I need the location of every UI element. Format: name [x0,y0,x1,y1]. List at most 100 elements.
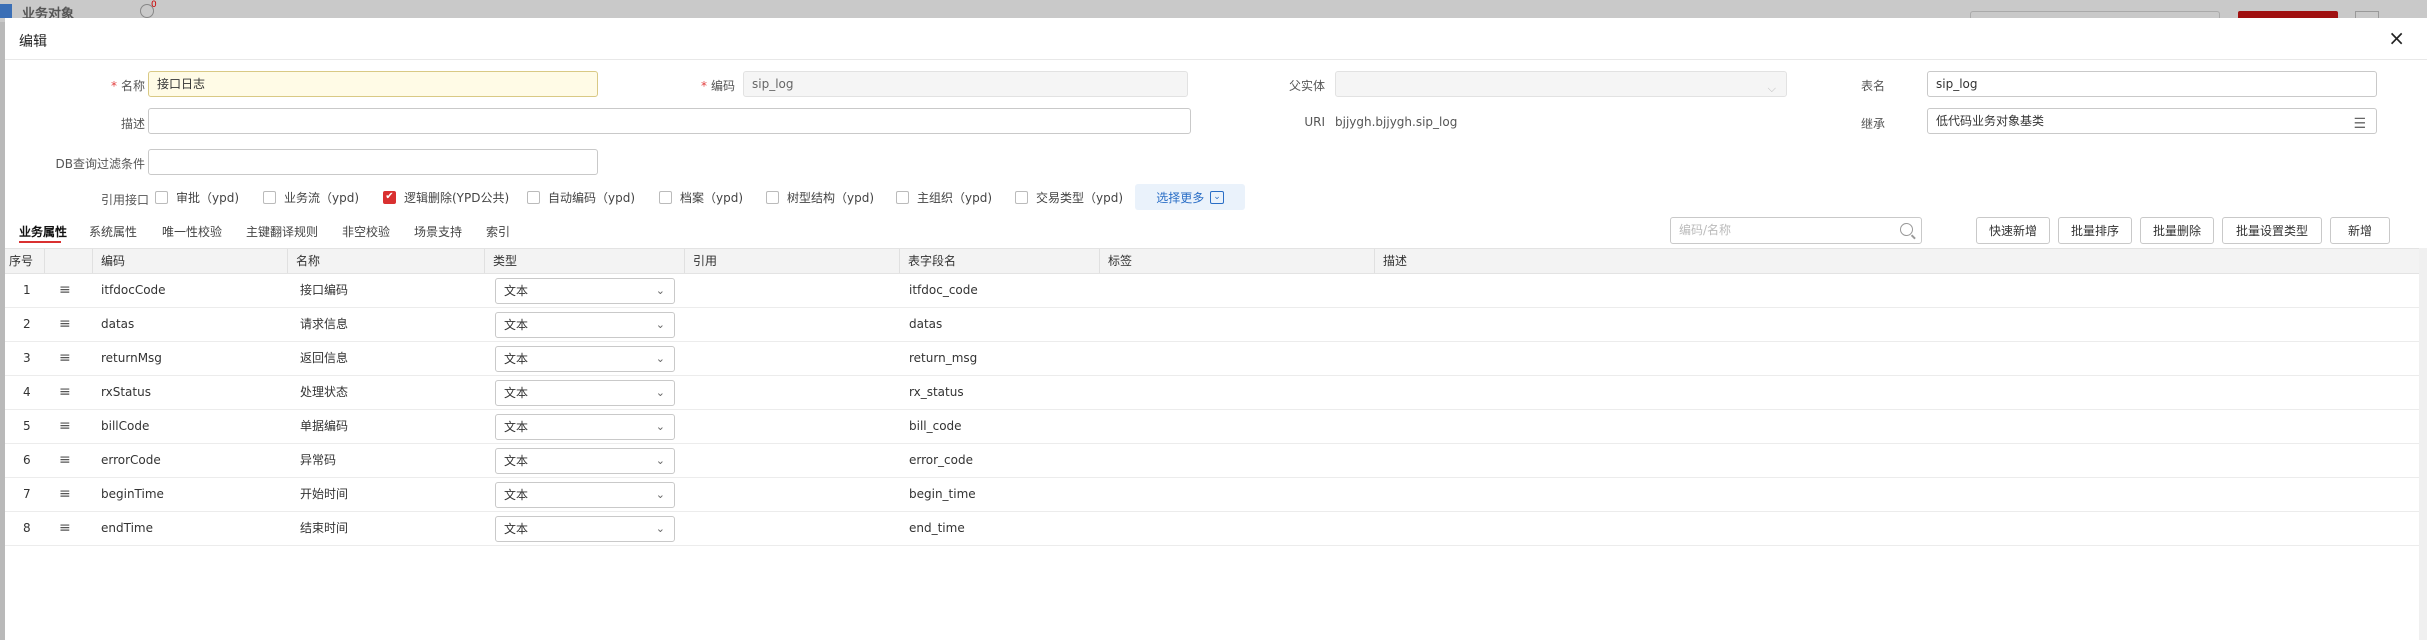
row-name[interactable]: 单据编码 [300,410,348,443]
search-icon[interactable] [1900,223,1913,236]
quick-add-button[interactable]: 快速新增 [1976,217,2050,244]
row-name[interactable]: 接口编码 [300,274,348,307]
checkbox[interactable] [263,190,276,204]
chevron-down-icon: ⌵ [1767,82,1776,95]
table-header: 序号 编码 名称 类型 引用 表字段名 标签 描述 [5,248,2427,274]
tab-system-attrs[interactable]: 系统属性 [89,223,137,240]
db-filter-label: DB查询过滤条件 [55,157,145,171]
batch-set-type-button[interactable]: 批量设置类型 [2222,217,2322,244]
interface-auto-code[interactable]: 自动编码（ypd) [527,187,635,207]
vertical-scrollbar[interactable] [2419,248,2427,640]
list-icon[interactable]: ☰ [2353,112,2366,136]
col-header-reference: 引用 [685,249,900,273]
table-row[interactable]: 3 ≡ returnMsg 返回信息 文本 ⌄ return_msg [5,342,2427,376]
type-select[interactable]: 文本 ⌄ [495,278,675,304]
search-input[interactable]: 编码/名称 [1670,217,1922,244]
type-select[interactable]: 文本 ⌄ [495,516,675,542]
table-row[interactable]: 5 ≡ billCode 单据编码 文本 ⌄ bill_code [5,410,2427,444]
drag-handle-icon[interactable]: ≡ [59,410,71,443]
batch-sort-button[interactable]: 批量排序 [2058,217,2132,244]
close-icon[interactable]: × [2388,26,2405,50]
interface-archive[interactable]: 档案（ypd) [659,187,743,207]
chevron-down-icon: ⌄ [655,420,665,433]
checkbox[interactable] [659,190,672,204]
interface-workflow[interactable]: 业务流（ypd) [263,187,359,207]
row-number: 5 [23,419,31,433]
row-name[interactable]: 异常码 [300,444,336,477]
checkbox-checked[interactable]: ✔ [383,190,396,204]
drag-handle-icon[interactable]: ≡ [59,376,71,409]
tab-key-translation[interactable]: 主键翻译规则 [246,223,318,240]
batch-delete-button[interactable]: 批量删除 [2140,217,2214,244]
tab-not-null[interactable]: 非空校验 [342,223,390,240]
checkbox[interactable] [1015,190,1028,204]
drag-handle-icon[interactable]: ≡ [59,444,71,477]
name-input[interactable]: 接口日志 [148,71,598,97]
tab-scenario[interactable]: 场景支持 [414,223,462,240]
drag-handle-icon[interactable]: ≡ [59,342,71,375]
row-field-name[interactable]: return_msg [909,342,977,375]
checkbox[interactable] [766,190,779,204]
type-select[interactable]: 文本 ⌄ [495,312,675,338]
row-code[interactable]: endTime [101,512,153,545]
row-code[interactable]: beginTime [101,478,164,511]
row-field-name[interactable]: itfdoc_code [909,274,978,307]
table-row[interactable]: 2 ≡ datas 请求信息 文本 ⌄ datas [5,308,2427,342]
row-name[interactable]: 开始时间 [300,478,348,511]
row-code[interactable]: errorCode [101,444,161,477]
type-select[interactable]: 文本 ⌄ [495,380,675,406]
checkbox[interactable] [896,190,909,204]
row-name[interactable]: 处理状态 [300,376,348,409]
tab-index[interactable]: 索引 [486,223,510,240]
dialog-title: 编辑 [19,34,47,50]
row-field-name[interactable]: bill_code [909,410,962,443]
row-field-name[interactable]: datas [909,308,942,341]
interface-tree[interactable]: 树型结构（ypd) [766,187,874,207]
checkbox[interactable] [155,190,168,204]
row-code[interactable]: rxStatus [101,376,151,409]
interface-logical-delete[interactable]: ✔ 逻辑删除(YPD公共) [383,187,509,207]
row-field-name[interactable]: rx_status [909,376,964,409]
tab-business-attrs[interactable]: 业务属性 [19,223,67,240]
drag-handle-icon[interactable]: ≡ [59,308,71,341]
description-input[interactable] [148,108,1191,134]
inherit-input[interactable]: 低代码业务对象基类 ☰ [1927,108,2377,134]
row-field-name[interactable]: end_time [909,512,965,545]
type-select[interactable]: 文本 ⌄ [495,482,675,508]
row-number: 1 [23,283,31,297]
table-name-input[interactable]: sip_log [1927,71,2377,97]
interface-transaction-type[interactable]: 交易类型（ypd) [1015,187,1123,207]
row-field-name[interactable]: error_code [909,444,973,477]
drag-handle-icon[interactable]: ≡ [59,478,71,511]
row-name[interactable]: 返回信息 [300,342,348,375]
row-code[interactable]: datas [101,308,134,341]
type-select[interactable]: 文本 ⌄ [495,448,675,474]
row-name[interactable]: 结束时间 [300,512,348,545]
checkbox[interactable] [527,190,540,204]
type-select[interactable]: 文本 ⌄ [495,346,675,372]
table-row[interactable]: 1 ≡ itfdocCode 接口编码 文本 ⌄ itfdoc_code [5,274,2427,308]
drag-handle-icon[interactable]: ≡ [59,512,71,545]
row-field-name[interactable]: begin_time [909,478,976,511]
type-select[interactable]: 文本 ⌄ [495,414,675,440]
parent-entity-label: 父实体 [1288,79,1325,93]
row-code[interactable]: itfdocCode [101,274,166,307]
table-row[interactable]: 8 ≡ endTime 结束时间 文本 ⌄ end_time [5,512,2427,546]
row-name[interactable]: 请求信息 [300,308,348,341]
db-filter-input[interactable] [148,149,598,175]
chevron-down-icon: ⌄ [655,352,665,365]
add-button[interactable]: 新增 [2330,217,2390,244]
row-code[interactable]: returnMsg [101,342,162,375]
col-header-tag: 标签 [1100,249,1375,273]
name-label: * 名称 [110,79,145,93]
row-code[interactable]: billCode [101,410,149,443]
interface-approval[interactable]: 审批（ypd) [155,187,239,207]
drag-handle-icon[interactable]: ≡ [59,274,71,307]
table-row[interactable]: 7 ≡ beginTime 开始时间 文本 ⌄ begin_time [5,478,2427,512]
table-row[interactable]: 4 ≡ rxStatus 处理状态 文本 ⌄ rx_status [5,376,2427,410]
interface-main-org[interactable]: 主组织（ypd) [896,187,992,207]
col-header-no: 序号 [5,249,45,273]
table-row[interactable]: 6 ≡ errorCode 异常码 文本 ⌄ error_code [5,444,2427,478]
tab-uniqueness[interactable]: 唯一性校验 [162,223,222,240]
select-more-button[interactable]: 选择更多 ⌄ [1135,184,1245,210]
